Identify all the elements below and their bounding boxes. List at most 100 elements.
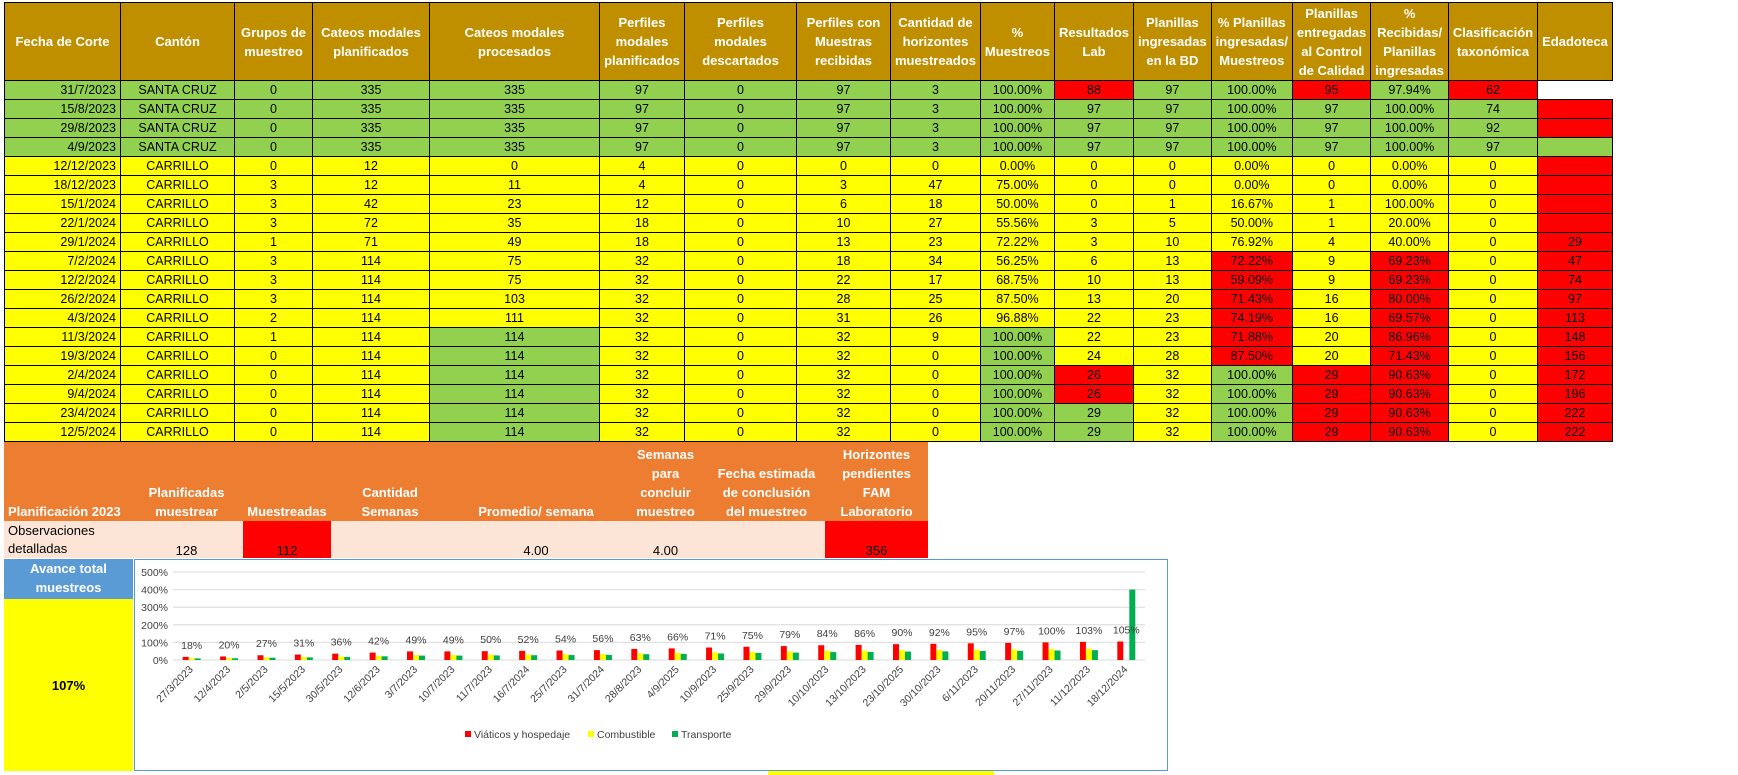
table-cell[interactable]: 0	[684, 213, 797, 233]
table-cell[interactable]: CARRILLO	[120, 156, 235, 176]
table-cell[interactable]: 0	[890, 422, 981, 442]
bar-0[interactable]	[481, 651, 488, 660]
table-cell[interactable]: 100.00%	[1210, 422, 1293, 442]
table-cell[interactable]: 0	[1133, 175, 1212, 195]
table-cell[interactable]: 100.00%	[1370, 194, 1449, 214]
table-cell[interactable]: 222	[1537, 403, 1613, 423]
table-cell[interactable]: 0	[234, 156, 313, 176]
table-cell[interactable]: 0	[1447, 422, 1539, 442]
bar-0[interactable]	[930, 643, 937, 660]
bar-1[interactable]	[599, 654, 606, 660]
table-cell[interactable]: 26	[1053, 365, 1135, 385]
table-cell[interactable]: 97	[1053, 137, 1135, 157]
table-cell[interactable]: 34	[890, 251, 981, 271]
bar-2[interactable]	[643, 654, 650, 660]
table-cell[interactable]: 335	[312, 99, 430, 119]
table-cell[interactable]: 71.88%	[1210, 327, 1293, 347]
table-cell[interactable]: 0	[1447, 251, 1539, 271]
table-cell[interactable]: 9	[890, 327, 981, 347]
table-cell[interactable]: 32	[796, 365, 891, 385]
planning-value-cell[interactable]: 4.00	[623, 521, 708, 558]
table-cell[interactable]: 96.88%	[979, 308, 1055, 328]
planning-value-cell[interactable]	[331, 521, 449, 558]
table-cell[interactable]	[1537, 99, 1613, 119]
table-cell[interactable]: 97	[1133, 99, 1212, 119]
table-cell[interactable]: 18	[796, 251, 891, 271]
planning-header-cell[interactable]: Planificadas muestrear	[130, 442, 243, 521]
bar-1[interactable]	[375, 655, 382, 660]
table-cell[interactable]: 9	[1291, 270, 1372, 290]
table-cell[interactable]: 90.63%	[1370, 384, 1449, 404]
bar-1[interactable]	[525, 654, 532, 660]
table-cell[interactable]: 75.00%	[979, 175, 1055, 195]
table-cell[interactable]: 50.00%	[979, 194, 1055, 214]
table-cell[interactable]: 3	[890, 137, 981, 157]
bar-2[interactable]	[605, 654, 612, 660]
bar-1[interactable]	[300, 657, 307, 660]
bar-1[interactable]	[226, 657, 233, 660]
planning-header-cell[interactable]: Promedio/ semana	[449, 442, 623, 521]
bar-0[interactable]	[593, 650, 600, 660]
table-cell[interactable]: CARRILLO	[120, 384, 235, 404]
table-cell[interactable]: 26	[1053, 384, 1135, 404]
table-cell[interactable]: 69.23%	[1370, 270, 1449, 290]
table-cell[interactable]: 0	[890, 384, 981, 404]
table-cell[interactable]: 29	[1291, 403, 1372, 423]
table-cell[interactable]: 1	[1133, 194, 1212, 214]
bar-1[interactable]	[338, 656, 345, 660]
bar-2[interactable]	[493, 655, 500, 660]
table-cell[interactable]: 0	[1447, 346, 1539, 366]
table-cell[interactable]: 12/5/2024	[4, 422, 121, 442]
table-cell[interactable]: 100.00%	[979, 137, 1055, 157]
table-cell[interactable]: 0	[234, 422, 313, 442]
bar-0[interactable]	[818, 645, 825, 660]
table-cell[interactable]: 28	[796, 289, 891, 309]
table-cell[interactable]: 0	[684, 365, 797, 385]
table-cell[interactable]: 12/12/2023	[4, 156, 121, 176]
bar-0[interactable]	[332, 653, 339, 660]
table-cell[interactable]: 97	[1053, 99, 1135, 119]
table-cell[interactable]: 0	[684, 137, 797, 157]
table-cell[interactable]: 114	[429, 422, 600, 442]
table-cell[interactable]: 32	[599, 251, 685, 271]
planning-header-cell[interactable]: Horizontes pendientes FAM Laboratorio	[825, 442, 928, 521]
column-header[interactable]: Cateos modales planificados	[312, 2, 430, 81]
table-cell[interactable]: 28	[1133, 346, 1212, 366]
table-cell[interactable]: 3	[234, 251, 313, 271]
column-header[interactable]: Perfiles modales descartados	[684, 2, 797, 81]
table-cell[interactable]: 56.25%	[979, 251, 1055, 271]
table-cell[interactable]: 87.50%	[979, 289, 1055, 309]
table-cell[interactable]: 25	[890, 289, 981, 309]
bar-1[interactable]	[188, 658, 195, 660]
column-header[interactable]: % Muestreos	[979, 2, 1055, 81]
table-cell[interactable]: 0.00%	[1370, 175, 1449, 195]
bar-1[interactable]	[973, 649, 980, 660]
table-cell[interactable]: 4/3/2024	[4, 308, 121, 328]
bar-2[interactable]	[942, 651, 949, 660]
table-cell[interactable]: 3	[890, 99, 981, 119]
bar-1[interactable]	[861, 650, 868, 660]
bar-0[interactable]	[668, 648, 675, 660]
column-header[interactable]: Clasificación taxonómica	[1447, 2, 1539, 81]
table-cell[interactable]: 95	[1291, 80, 1372, 100]
planning-header-cell[interactable]: Planificación 2023	[4, 442, 130, 521]
bar-1[interactable]	[712, 652, 719, 660]
bar-0[interactable]	[967, 643, 974, 660]
table-cell[interactable]: 0	[796, 156, 891, 176]
bar-1[interactable]	[1011, 649, 1018, 660]
table-cell[interactable]: 0	[684, 99, 797, 119]
bar-1[interactable]	[637, 653, 644, 660]
table-cell[interactable]: 97	[796, 137, 891, 157]
table-cell[interactable]: 32	[1133, 403, 1212, 423]
table-cell[interactable]: 32	[796, 422, 891, 442]
table-cell[interactable]: 86.96%	[1370, 327, 1449, 347]
bar-1[interactable]	[674, 652, 681, 660]
table-cell[interactable]	[1537, 213, 1613, 233]
table-cell[interactable]: 0	[1447, 175, 1539, 195]
table-cell[interactable]: 0	[684, 194, 797, 214]
table-cell[interactable]: 92	[1447, 118, 1539, 138]
column-header[interactable]: Perfiles con Muestras recibidas	[796, 2, 891, 81]
table-cell[interactable]: 10	[1053, 270, 1135, 290]
table-cell[interactable]: 68.75%	[979, 270, 1055, 290]
table-cell[interactable]	[1537, 194, 1613, 214]
